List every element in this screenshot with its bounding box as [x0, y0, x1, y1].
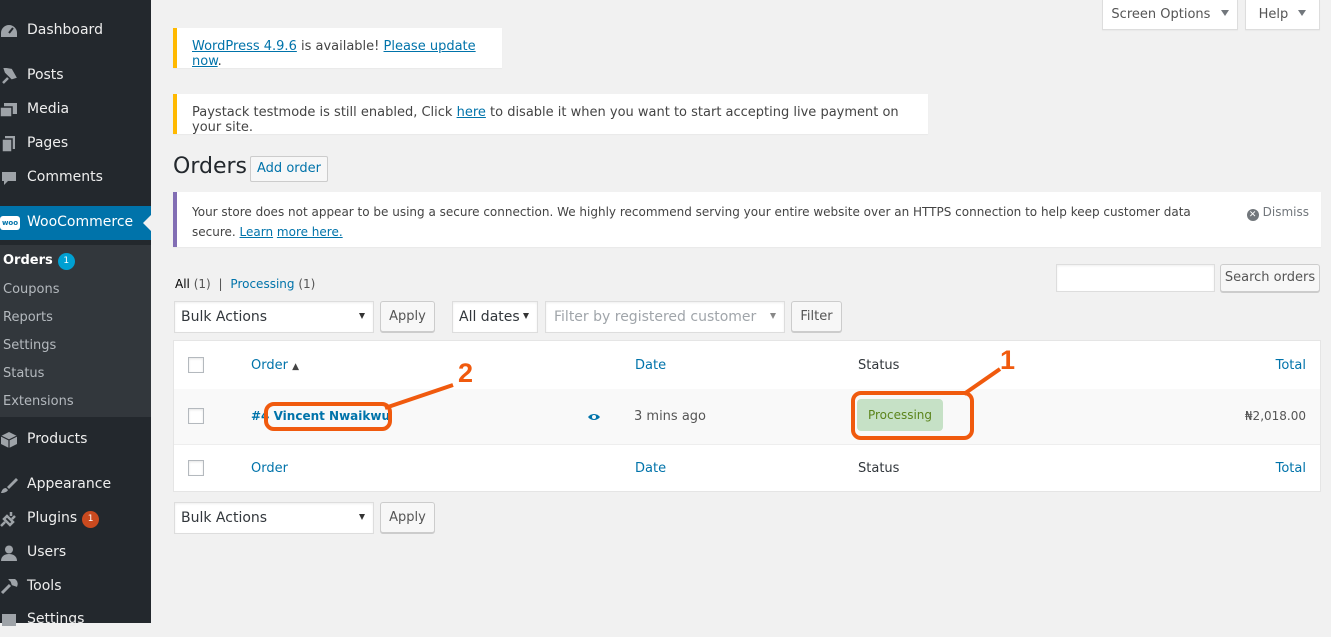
annotation-box-customer	[264, 402, 392, 431]
annotation-number-1: 1	[1000, 345, 1016, 375]
annotation-line-2	[384, 383, 454, 410]
annotation-box-status	[851, 391, 974, 440]
annotation-number-2: 2	[458, 358, 474, 388]
annotation-overlay	[384, 367, 1002, 410]
annotation-line-1	[962, 367, 1002, 396]
